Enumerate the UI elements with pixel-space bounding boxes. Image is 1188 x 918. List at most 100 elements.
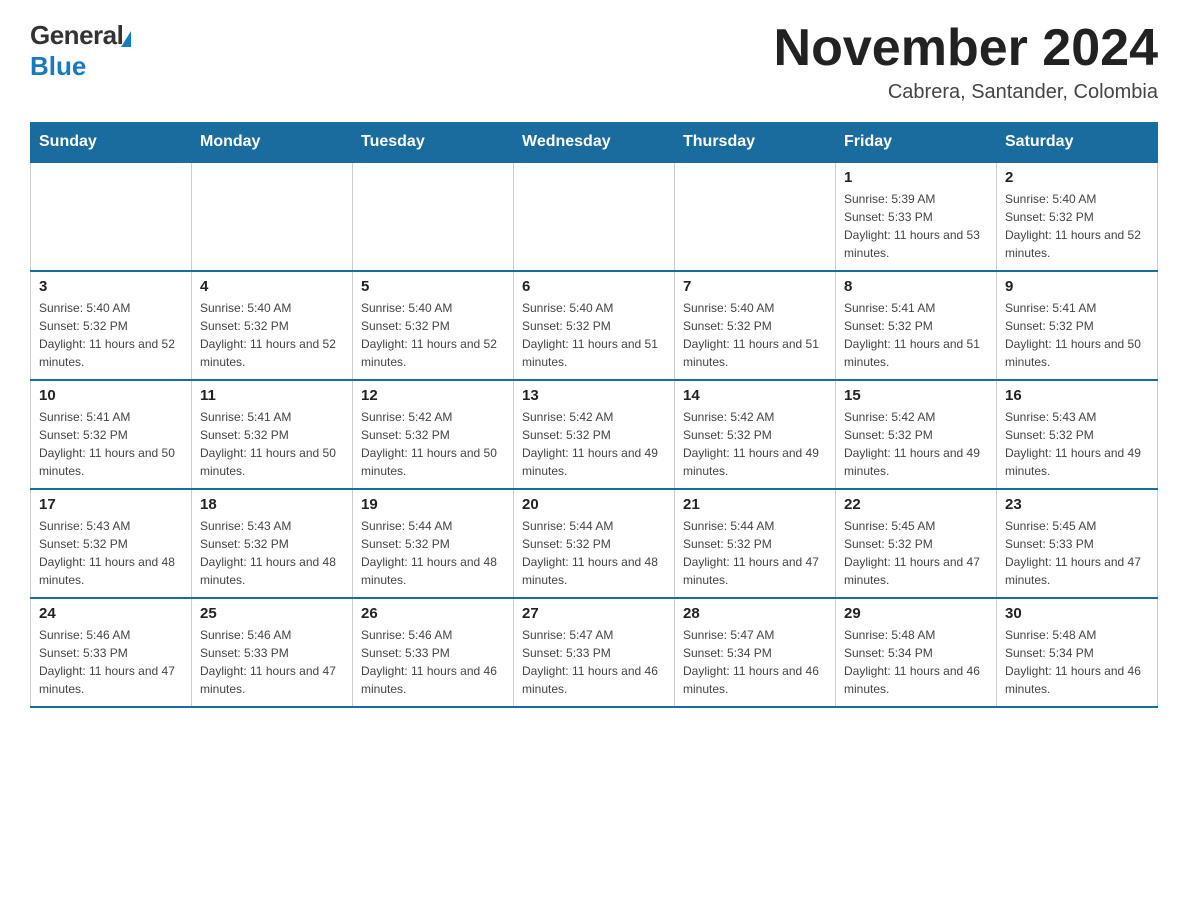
calendar-cell	[192, 162, 353, 271]
day-info: Sunrise: 5:42 AM Sunset: 5:32 PM Dayligh…	[361, 408, 505, 480]
day-header-friday: Friday	[836, 123, 997, 163]
calendar-cell: 27Sunrise: 5:47 AM Sunset: 5:33 PM Dayli…	[514, 598, 675, 707]
day-info: Sunrise: 5:43 AM Sunset: 5:32 PM Dayligh…	[1005, 408, 1149, 480]
calendar-cell: 26Sunrise: 5:46 AM Sunset: 5:33 PM Dayli…	[353, 598, 514, 707]
day-header-wednesday: Wednesday	[514, 123, 675, 163]
calendar-cell: 30 Sunrise: 5:48 AM Sunset: 5:34 PM Dayli…	[997, 598, 1158, 707]
calendar-cell: 8Sunrise: 5:41 AM Sunset: 5:32 PM Daylig…	[836, 271, 997, 380]
logo: General Blue	[30, 20, 131, 82]
calendar-week-row: 1 Sunrise: 5:39 AM Sunset: 5:33 PM Daylig…	[31, 162, 1158, 271]
day-number: 2	[1005, 169, 1149, 186]
calendar-cell: 16 Sunrise: 5:43 AM Sunset: 5:32 PM Dayli…	[997, 380, 1158, 489]
day-number: 7	[683, 278, 827, 295]
day-number: 14	[683, 387, 827, 404]
calendar-week-row: 3 Sunrise: 5:40 AM Sunset: 5:32 PM Daylig…	[31, 271, 1158, 380]
calendar-cell: 17 Sunrise: 5:43 AM Sunset: 5:32 PM Dayli…	[31, 489, 192, 598]
title-section: November 2024 Cabrera, Santander, Colomb…	[774, 20, 1158, 104]
day-info: Sunrise: 5:40 AM Sunset: 5:32 PM Dayligh…	[200, 299, 344, 371]
day-info: Sunrise: 5:43 AM Sunset: 5:32 PM Dayligh…	[39, 517, 183, 589]
day-number: 23	[1005, 496, 1149, 513]
day-info: Sunrise: 5:42 AM Sunset: 5:32 PM Dayligh…	[844, 408, 988, 480]
calendar-cell: 3 Sunrise: 5:40 AM Sunset: 5:32 PM Daylig…	[31, 271, 192, 380]
calendar-cell: 9Sunrise: 5:41 AM Sunset: 5:32 PM Daylig…	[997, 271, 1158, 380]
day-number: 22	[844, 496, 988, 513]
calendar-cell: 23 Sunrise: 5:45 AM Sunset: 5:33 PM Dayli…	[997, 489, 1158, 598]
day-info: Sunrise: 5:41 AM Sunset: 5:32 PM Dayligh…	[200, 408, 344, 480]
calendar-cell	[31, 162, 192, 271]
day-number: 6	[522, 278, 666, 295]
calendar-cell: 22 Sunrise: 5:45 AM Sunset: 5:32 PM Dayli…	[836, 489, 997, 598]
calendar-cell	[514, 162, 675, 271]
day-number: 18	[200, 496, 344, 513]
day-info: Sunrise: 5:42 AM Sunset: 5:32 PM Dayligh…	[683, 408, 827, 480]
day-number: 3	[39, 278, 183, 295]
calendar-week-row: 24Sunrise: 5:46 AM Sunset: 5:33 PM Dayli…	[31, 598, 1158, 707]
calendar-cell: 29Sunrise: 5:48 AM Sunset: 5:34 PM Dayli…	[836, 598, 997, 707]
day-header-sunday: Sunday	[31, 123, 192, 163]
day-info: Sunrise: 5:42 AM Sunset: 5:32 PM Dayligh…	[522, 408, 666, 480]
day-number: 26	[361, 605, 505, 622]
day-info: Sunrise: 5:45 AM Sunset: 5:33 PM Dayligh…	[1005, 517, 1149, 589]
calendar-week-row: 17 Sunrise: 5:43 AM Sunset: 5:32 PM Dayli…	[31, 489, 1158, 598]
day-header-tuesday: Tuesday	[353, 123, 514, 163]
day-info: Sunrise: 5:48 AM Sunset: 5:34 PM Dayligh…	[844, 626, 988, 698]
day-number: 5	[361, 278, 505, 295]
day-number: 24	[39, 605, 183, 622]
day-header-monday: Monday	[192, 123, 353, 163]
logo-blue-text: Blue	[30, 51, 131, 82]
day-number: 28	[683, 605, 827, 622]
calendar-body: 1 Sunrise: 5:39 AM Sunset: 5:33 PM Daylig…	[31, 162, 1158, 707]
calendar-cell: 18Sunrise: 5:43 AM Sunset: 5:32 PM Dayli…	[192, 489, 353, 598]
calendar-table: SundayMondayTuesdayWednesdayThursdayFrid…	[30, 122, 1158, 708]
day-info: Sunrise: 5:47 AM Sunset: 5:34 PM Dayligh…	[683, 626, 827, 698]
day-info: Sunrise: 5:40 AM Sunset: 5:32 PM Dayligh…	[522, 299, 666, 371]
calendar-cell: 15Sunrise: 5:42 AM Sunset: 5:32 PM Dayli…	[836, 380, 997, 489]
day-number: 1	[844, 169, 988, 186]
calendar-cell: 5 Sunrise: 5:40 AM Sunset: 5:32 PM Daylig…	[353, 271, 514, 380]
day-info: Sunrise: 5:39 AM Sunset: 5:33 PM Dayligh…	[844, 190, 988, 262]
calendar-header: SundayMondayTuesdayWednesdayThursdayFrid…	[31, 123, 1158, 163]
day-header-thursday: Thursday	[675, 123, 836, 163]
calendar-week-row: 10Sunrise: 5:41 AM Sunset: 5:32 PM Dayli…	[31, 380, 1158, 489]
day-info: Sunrise: 5:40 AM Sunset: 5:32 PM Dayligh…	[39, 299, 183, 371]
day-number: 30	[1005, 605, 1149, 622]
calendar-cell	[675, 162, 836, 271]
day-number: 12	[361, 387, 505, 404]
calendar-cell: 19 Sunrise: 5:44 AM Sunset: 5:32 PM Dayli…	[353, 489, 514, 598]
calendar-cell	[353, 162, 514, 271]
day-info: Sunrise: 5:47 AM Sunset: 5:33 PM Dayligh…	[522, 626, 666, 698]
calendar-cell: 11 Sunrise: 5:41 AM Sunset: 5:32 PM Dayli…	[192, 380, 353, 489]
day-info: Sunrise: 5:48 AM Sunset: 5:34 PM Dayligh…	[1005, 626, 1149, 698]
day-number: 11	[200, 387, 344, 404]
calendar-cell: 1 Sunrise: 5:39 AM Sunset: 5:33 PM Daylig…	[836, 162, 997, 271]
location-text: Cabrera, Santander, Colombia	[774, 81, 1158, 104]
day-number: 16	[1005, 387, 1149, 404]
calendar-cell: 6 Sunrise: 5:40 AM Sunset: 5:32 PM Daylig…	[514, 271, 675, 380]
day-number: 21	[683, 496, 827, 513]
calendar-cell: 28 Sunrise: 5:47 AM Sunset: 5:34 PM Dayli…	[675, 598, 836, 707]
page-header: General Blue November 2024 Cabrera, Sant…	[30, 20, 1158, 104]
day-info: Sunrise: 5:44 AM Sunset: 5:32 PM Dayligh…	[361, 517, 505, 589]
day-info: Sunrise: 5:40 AM Sunset: 5:32 PM Dayligh…	[1005, 190, 1149, 262]
day-info: Sunrise: 5:44 AM Sunset: 5:32 PM Dayligh…	[522, 517, 666, 589]
calendar-cell: 20Sunrise: 5:44 AM Sunset: 5:32 PM Dayli…	[514, 489, 675, 598]
day-number: 19	[361, 496, 505, 513]
day-info: Sunrise: 5:45 AM Sunset: 5:32 PM Dayligh…	[844, 517, 988, 589]
day-info: Sunrise: 5:44 AM Sunset: 5:32 PM Dayligh…	[683, 517, 827, 589]
day-number: 25	[200, 605, 344, 622]
calendar-cell: 12 Sunrise: 5:42 AM Sunset: 5:32 PM Dayli…	[353, 380, 514, 489]
calendar-cell: 10Sunrise: 5:41 AM Sunset: 5:32 PM Dayli…	[31, 380, 192, 489]
month-title: November 2024	[774, 20, 1158, 77]
day-info: Sunrise: 5:40 AM Sunset: 5:32 PM Dayligh…	[683, 299, 827, 371]
day-number: 13	[522, 387, 666, 404]
calendar-cell: 2 Sunrise: 5:40 AM Sunset: 5:32 PM Daylig…	[997, 162, 1158, 271]
logo-general-text: General	[30, 20, 123, 51]
calendar-cell: 25Sunrise: 5:46 AM Sunset: 5:33 PM Dayli…	[192, 598, 353, 707]
day-info: Sunrise: 5:41 AM Sunset: 5:32 PM Dayligh…	[39, 408, 183, 480]
calendar-cell: 21 Sunrise: 5:44 AM Sunset: 5:32 PM Dayli…	[675, 489, 836, 598]
day-number: 17	[39, 496, 183, 513]
day-info: Sunrise: 5:40 AM Sunset: 5:32 PM Dayligh…	[361, 299, 505, 371]
day-number: 8	[844, 278, 988, 295]
day-info: Sunrise: 5:41 AM Sunset: 5:32 PM Dayligh…	[1005, 299, 1149, 371]
calendar-cell: 4Sunrise: 5:40 AM Sunset: 5:32 PM Daylig…	[192, 271, 353, 380]
